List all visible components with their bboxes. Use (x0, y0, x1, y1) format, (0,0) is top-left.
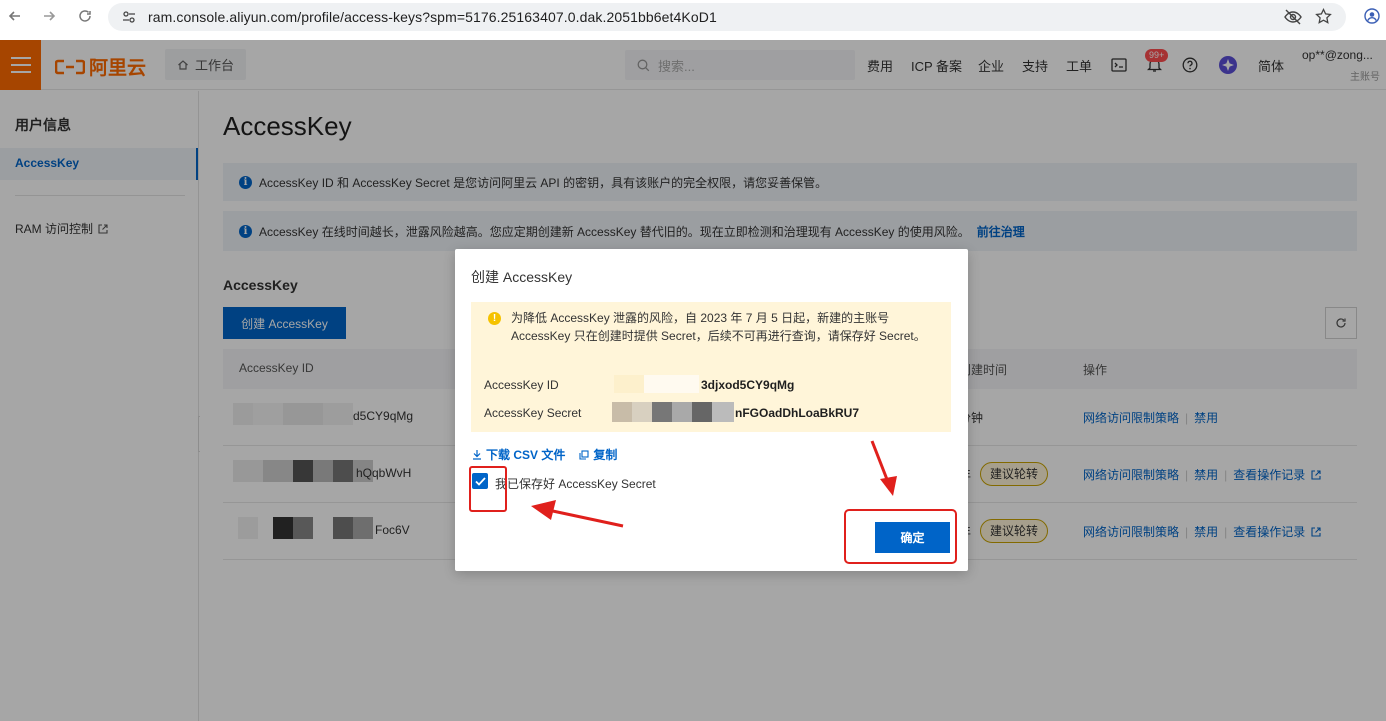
browser-toolbar: ram.console.aliyun.com/profile/access-ke… (0, 0, 1386, 33)
checkbox-label[interactable]: 我已保存好 AccessKey Secret (495, 475, 656, 492)
copy-button[interactable]: 复制 (579, 446, 617, 463)
accesskey-id-label: AccessKey ID (484, 378, 559, 392)
accesskey-secret-label: AccessKey Secret (484, 406, 582, 420)
warning-text: 为降低 AccessKey 泄露的风险，自 2023 年 7 月 5 日起，新建… (511, 311, 926, 343)
profile-icon[interactable] (1364, 8, 1380, 24)
eye-off-icon[interactable] (1284, 9, 1302, 25)
url-text: ram.console.aliyun.com/profile/access-ke… (148, 9, 717, 25)
dialog-title: 创建 AccessKey (471, 269, 573, 285)
annotation-box-confirm (844, 509, 957, 564)
copy-label: 复制 (593, 448, 618, 462)
site-settings-icon[interactable] (122, 10, 136, 24)
masked-secret (612, 402, 734, 422)
masked-id (614, 375, 699, 393)
bookmark-star-icon[interactable] (1315, 8, 1332, 25)
forward-arrow-icon[interactable] (38, 5, 60, 27)
warning-box: ! 为降低 AccessKey 泄露的风险，自 2023 年 7 月 5 日起，… (471, 302, 951, 432)
download-csv-button[interactable]: 下载 CSV 文件 (472, 446, 565, 463)
download-label: 下载 CSV 文件 (486, 448, 566, 462)
address-bar[interactable]: ram.console.aliyun.com/profile/access-ke… (108, 3, 1346, 31)
accesskey-secret-value: nFGOadDhLoaBkRU7 (735, 406, 860, 420)
dialog-actions: 下载 CSV 文件 复制 (472, 446, 617, 463)
warning-icon: ! (488, 312, 501, 325)
annotation-box-checkbox (469, 466, 507, 512)
accesskey-id-value: 3djxod5CY9qMg (701, 378, 795, 392)
copy-icon (579, 449, 589, 460)
download-icon (472, 449, 482, 460)
reload-icon[interactable] (74, 5, 96, 27)
back-arrow-icon[interactable] (4, 5, 26, 27)
